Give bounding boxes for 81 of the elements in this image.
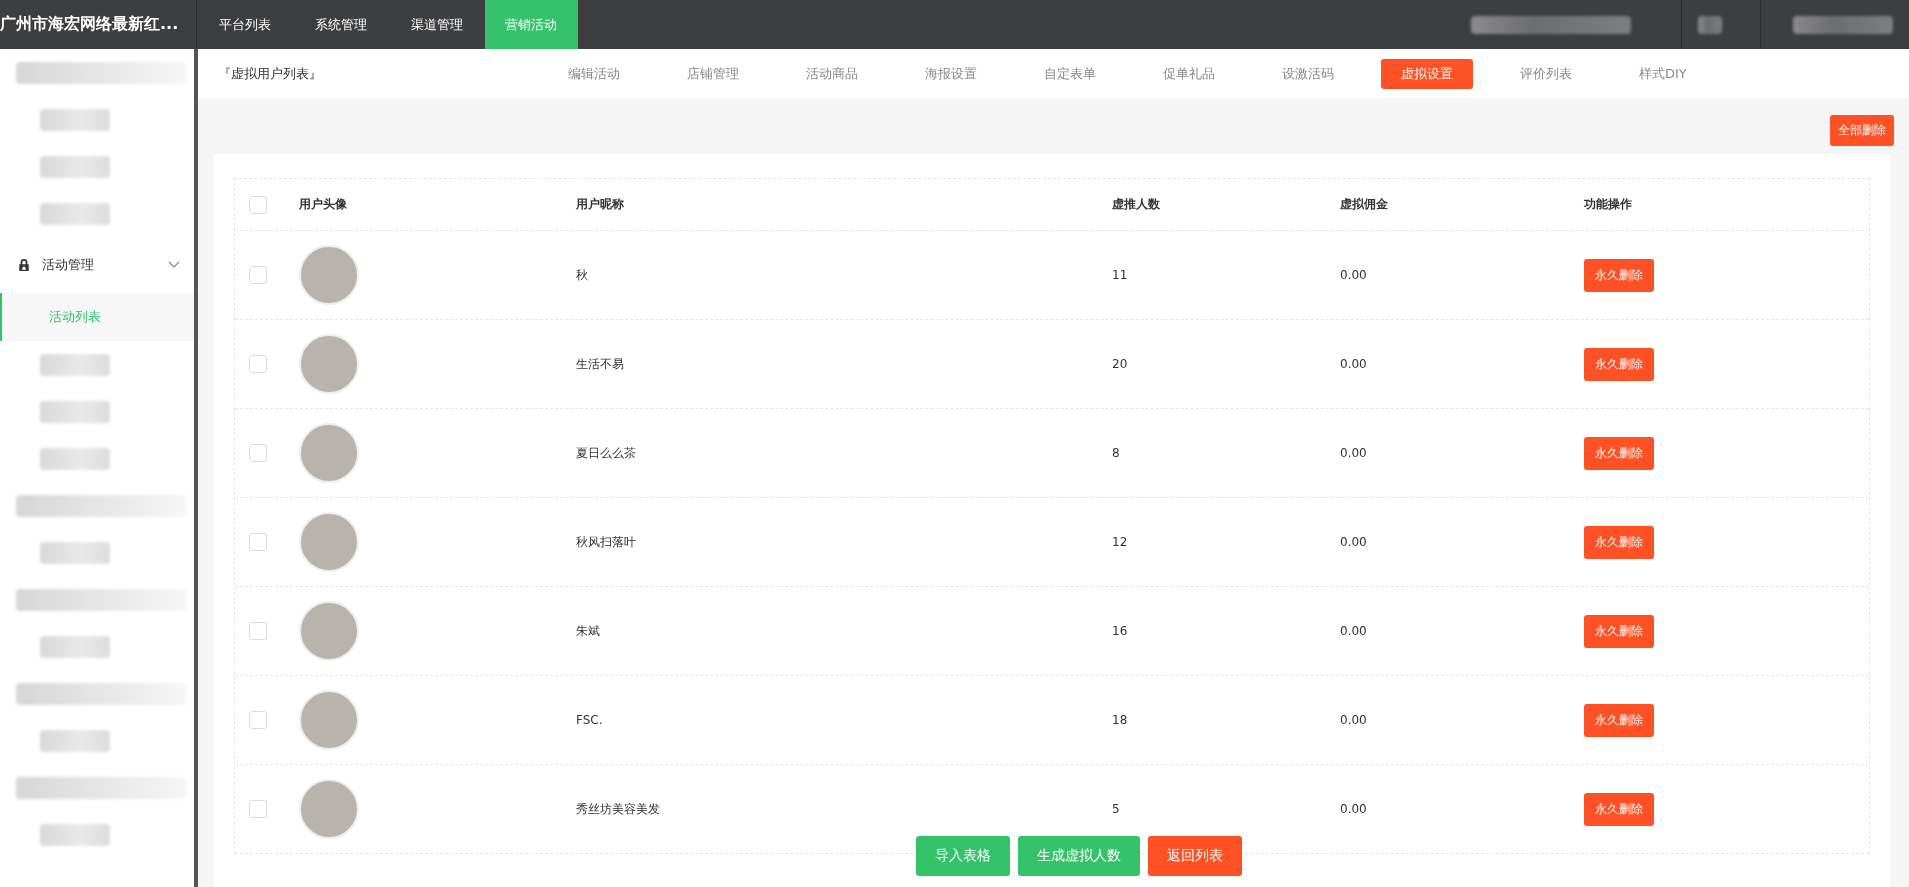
table-cell: 秀丝坊美容美发	[576, 800, 660, 818]
blurred-menu-item[interactable]	[16, 776, 186, 799]
checkbox[interactable]	[249, 800, 267, 818]
blurred-menu-item[interactable]	[40, 447, 110, 470]
sub-tab[interactable]: 海报设置	[905, 58, 997, 89]
column-header: 虚推人数	[1112, 196, 1161, 213]
delete-button[interactable]: 永久删除	[1584, 436, 1654, 470]
delete-button[interactable]: 永久删除	[1584, 792, 1654, 826]
blurred-menu-item[interactable]	[16, 61, 186, 84]
table-cell: 12	[1112, 535, 1128, 549]
column-header: 用户昵称	[576, 196, 625, 213]
table-cell: 0.00	[1340, 535, 1367, 549]
footer-button[interactable]: 生成虚拟人数	[1017, 836, 1140, 876]
delete-button[interactable]: 永久删除	[1584, 525, 1654, 559]
checkbox[interactable]	[249, 622, 267, 640]
table-cell: 0.00	[1340, 802, 1367, 816]
blurred-menu-item[interactable]	[40, 202, 110, 225]
menu-group-label: 活动管理	[42, 256, 95, 274]
table-cell: FSC.	[576, 713, 603, 727]
table-cell: 16	[1112, 624, 1128, 638]
sub-tab[interactable]: 评价列表	[1500, 58, 1592, 89]
sub-tab[interactable]: 编辑活动	[548, 58, 640, 89]
avatar-placeholder	[299, 245, 359, 305]
sub-tab[interactable]: 店铺管理	[667, 58, 759, 89]
checkbox[interactable]	[249, 444, 267, 462]
blurred-menu-item[interactable]	[40, 155, 110, 178]
menu-item[interactable]: 活动列表	[0, 293, 194, 341]
page-title: 『虚拟用户列表』	[218, 64, 323, 83]
sub-tab[interactable]: 设激活码	[1262, 58, 1354, 89]
delete-button[interactable]: 永久删除	[1584, 258, 1654, 292]
footer-button[interactable]: 导入表格	[915, 836, 1010, 876]
footer-button[interactable]: 返回列表	[1147, 836, 1242, 876]
checkbox[interactable]	[249, 533, 267, 551]
blurred-menu-item[interactable]	[40, 823, 110, 846]
checkbox[interactable]	[249, 711, 267, 729]
blurred-menu-item[interactable]	[16, 588, 186, 611]
blurred-menu-item[interactable]	[40, 400, 110, 423]
table-cell: 0.00	[1340, 446, 1367, 460]
table-cell: 朱斌	[576, 622, 600, 640]
delete-button[interactable]: 永久删除	[1584, 347, 1654, 381]
table-cell: 生活不易	[576, 355, 624, 373]
checkbox[interactable]	[249, 266, 267, 284]
checkbox[interactable]	[249, 195, 267, 214]
menu-group[interactable]: 活动管理	[0, 237, 194, 293]
nav-tab[interactable]: 平台列表	[197, 0, 293, 49]
table-cell: 0.00	[1340, 713, 1367, 727]
table-cell: 秋	[576, 266, 588, 284]
table-cell: 秋风扫落叶	[576, 533, 636, 551]
blurred-menu-item[interactable]	[16, 494, 186, 517]
table-cell: 0.00	[1340, 268, 1367, 282]
blurred-menu-item[interactable]	[16, 682, 186, 705]
lock-icon	[18, 258, 30, 272]
column-header: 功能操作	[1584, 196, 1633, 213]
delete-button[interactable]: 永久删除	[1584, 703, 1654, 737]
nav-tab[interactable]: 渠道管理	[389, 0, 485, 49]
table-cell: 0.00	[1340, 357, 1367, 371]
blurred-menu-item[interactable]	[40, 353, 110, 376]
blurred-menu-item[interactable]	[40, 635, 110, 658]
table-cell: 20	[1112, 357, 1128, 371]
sub-tab[interactable]: 促单礼品	[1143, 58, 1235, 89]
blurred-user-info	[1698, 15, 1722, 34]
blurred-menu-item[interactable]	[40, 541, 110, 564]
blurred-menu-item[interactable]	[40, 729, 110, 752]
delete-button[interactable]: 永久删除	[1584, 614, 1654, 648]
blurred-menu-item[interactable]	[40, 108, 110, 131]
column-header: 虚拟佣金	[1340, 196, 1389, 213]
delete-all-button[interactable]: 全部删除	[1830, 115, 1894, 146]
table-cell: 11	[1112, 268, 1128, 282]
sub-tab[interactable]: 活动商品	[786, 58, 878, 89]
table-cell: 8	[1112, 446, 1120, 460]
sub-tab[interactable]: 样式DIY	[1619, 58, 1707, 89]
sub-tab[interactable]: 虚拟设置	[1381, 58, 1473, 89]
table-cell: 0.00	[1340, 624, 1367, 638]
column-header: 用户头像	[299, 196, 348, 213]
nav-tab[interactable]: 系统管理	[293, 0, 389, 49]
table-cell: 5	[1112, 802, 1120, 816]
nav-tab[interactable]: 营销活动	[485, 0, 578, 49]
table-cell: 夏日么么茶	[576, 444, 636, 462]
table-cell: 18	[1112, 713, 1128, 727]
sub-tab[interactable]: 自定表单	[1024, 58, 1116, 89]
checkbox[interactable]	[249, 355, 267, 373]
